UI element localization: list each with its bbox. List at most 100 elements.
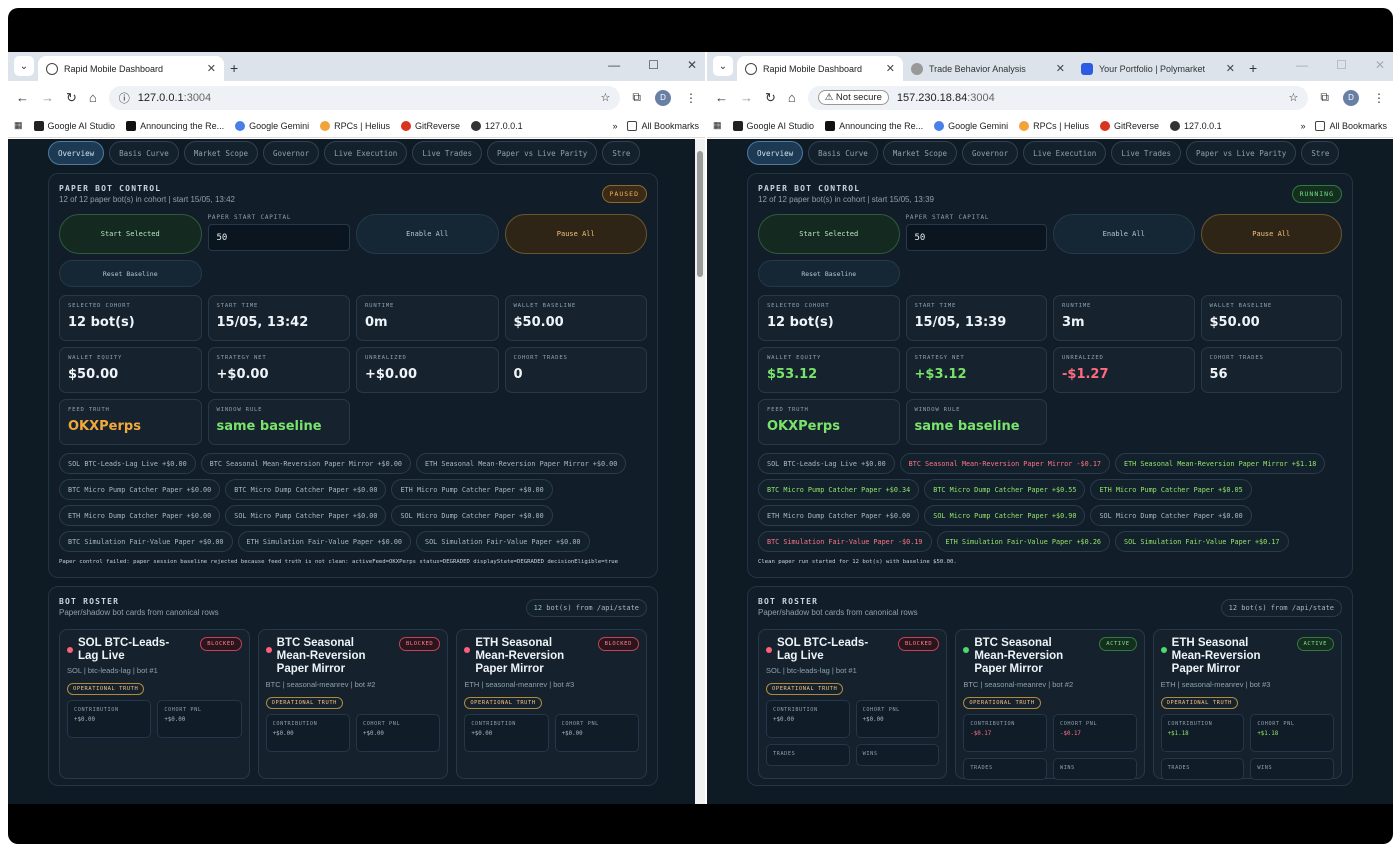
home-icon[interactable]: ⌂: [788, 90, 796, 105]
apps-grid-icon[interactable]: ▦: [14, 120, 23, 131]
menu-icon[interactable]: ⋮: [1373, 91, 1385, 105]
nav-tab-overview[interactable]: Overview: [747, 141, 804, 165]
bot-chip[interactable]: BTC Micro Dump Catcher Paper +$0.55: [924, 479, 1086, 500]
address-bar[interactable]: ⚠ Not secure 157.230.18.84:3004 ☆: [807, 85, 1309, 110]
bot-chip[interactable]: BTC Seasonal Mean-Reversion Paper Mirror…: [899, 453, 1110, 474]
close-tab-icon[interactable]: ✕: [1048, 62, 1065, 75]
bot-chip[interactable]: SOL BTC-Leads-Lag Live +$0.00: [59, 453, 196, 474]
bot-chip[interactable]: ETH Simulation Fair-Value Paper +$0.00: [237, 531, 411, 552]
new-tab-icon[interactable]: +: [1249, 60, 1257, 76]
bookmark-item[interactable]: GitReverse: [401, 120, 460, 131]
bot-chip[interactable]: ETH Simulation Fair-Value Paper +$0.26: [936, 531, 1110, 552]
bookmark-item[interactable]: Google AI Studio: [33, 120, 115, 131]
nav-tab-market-scope[interactable]: Market Scope: [882, 141, 957, 165]
bot-chip[interactable]: ETH Micro Pump Catcher Paper +$0.00: [391, 479, 553, 500]
bookmark-item[interactable]: 127.0.0.1: [471, 120, 523, 131]
bot-chip[interactable]: BTC Micro Pump Catcher Paper +$0.00: [59, 479, 221, 500]
bookmark-star-icon[interactable]: ☆: [1289, 91, 1299, 104]
nav-tab-live-execution[interactable]: Live Execution: [324, 141, 408, 165]
scroll-thumb[interactable]: [697, 151, 703, 277]
nav-tab-governor[interactable]: Governor: [262, 141, 320, 165]
site-info-icon[interactable]: ⓘ: [119, 90, 130, 106]
bot-card[interactable]: SOL BTC-Leads-Lag Live BLOCKED SOL | btc-…: [758, 628, 948, 779]
bot-chip[interactable]: SOL Micro Dump Catcher Paper +$0.00: [1090, 505, 1252, 526]
close-window-icon[interactable]: ✕: [687, 58, 697, 72]
nav-tab-live-execution[interactable]: Live Execution: [1023, 141, 1107, 165]
bot-card[interactable]: BTC Seasonal Mean-Reversion Paper Mirror…: [955, 628, 1145, 780]
back-icon[interactable]: ←: [16, 90, 29, 105]
bot-chip[interactable]: SOL Micro Pump Catcher Paper +$0.90: [924, 505, 1086, 526]
pause-all-button[interactable]: Pause All: [1200, 214, 1342, 254]
bot-card[interactable]: ETH Seasonal Mean-Reversion Paper Mirror…: [1152, 628, 1342, 780]
bot-chip[interactable]: BTC Simulation Fair-Value Paper -$0.19: [758, 531, 932, 552]
apps-grid-icon[interactable]: ▦: [713, 120, 722, 131]
reset-baseline-button[interactable]: Reset Baseline: [59, 260, 202, 287]
reload-icon[interactable]: ↻: [66, 90, 77, 106]
new-tab-icon[interactable]: +: [230, 60, 238, 76]
tab-trade-behavior[interactable]: Trade Behavior Analysis ✕: [903, 56, 1073, 81]
minimize-icon[interactable]: —: [1296, 58, 1308, 72]
forward-icon[interactable]: →: [740, 90, 753, 105]
home-icon[interactable]: ⌂: [89, 90, 97, 105]
forward-icon[interactable]: →: [41, 90, 54, 105]
enable-all-button[interactable]: Enable All: [356, 214, 499, 254]
bot-chip[interactable]: SOL Simulation Fair-Value Paper +$0.17: [1115, 531, 1289, 552]
bookmark-item[interactable]: Google AI Studio: [732, 120, 814, 131]
nav-tab-paper-vs-live[interactable]: Paper vs Live Parity: [487, 141, 598, 165]
start-selected-button[interactable]: Start Selected: [59, 214, 202, 254]
bookmark-item[interactable]: Google Gemini: [235, 120, 309, 131]
all-bookmarks[interactable]: All Bookmarks: [627, 120, 699, 131]
tab-polymarket[interactable]: Your Portfolio | Polymarket ✕: [1073, 56, 1243, 81]
start-selected-button[interactable]: Start Selected: [758, 214, 900, 254]
nav-tab-paper-vs-live[interactable]: Paper vs Live Parity: [1186, 141, 1297, 165]
tab-search-icon[interactable]: ⌄: [14, 56, 34, 76]
bot-chip[interactable]: ETH Micro Pump Catcher Paper +$0.05: [1090, 479, 1252, 500]
profile-avatar[interactable]: D: [1343, 89, 1359, 106]
address-bar[interactable]: ⓘ 127.0.0.1:3004 ☆: [108, 85, 621, 110]
menu-icon[interactable]: ⋮: [685, 91, 697, 105]
nav-tab-governor[interactable]: Governor: [961, 141, 1019, 165]
bot-chip[interactable]: SOL Micro Dump Catcher Paper +$0.00: [391, 505, 553, 526]
tab-search-icon[interactable]: ⌄: [713, 56, 733, 76]
all-bookmarks[interactable]: All Bookmarks: [1315, 120, 1387, 131]
bot-chip[interactable]: SOL Micro Pump Catcher Paper +$0.00: [225, 505, 387, 526]
bot-chip[interactable]: SOL Simulation Fair-Value Paper +$0.00: [416, 531, 590, 552]
extensions-icon[interactable]: ⧉: [1320, 90, 1329, 105]
nav-tab-stre[interactable]: Stre: [602, 141, 641, 165]
bot-chip[interactable]: BTC Seasonal Mean-Reversion Paper Mirror…: [200, 453, 411, 474]
bookmark-item[interactable]: Announcing the Re...: [126, 120, 224, 131]
bot-chip[interactable]: ETH Seasonal Mean-Reversion Paper Mirror…: [1115, 453, 1326, 474]
nav-tab-basis-curve[interactable]: Basis Curve: [808, 141, 878, 165]
more-bookmarks-icon[interactable]: »: [612, 121, 617, 131]
page-scrollbar[interactable]: [695, 139, 705, 804]
enable-all-button[interactable]: Enable All: [1053, 214, 1195, 254]
bot-chip[interactable]: BTC Simulation Fair-Value Paper +$0.00: [59, 531, 233, 552]
pause-all-button[interactable]: Pause All: [504, 214, 647, 254]
bookmark-item[interactable]: RPCs | Helius: [1019, 120, 1089, 131]
bot-card[interactable]: SOL BTC-Leads-Lag Live BLOCKED SOL | btc-…: [59, 628, 250, 779]
capital-input[interactable]: 50: [207, 224, 350, 251]
back-icon[interactable]: ←: [715, 90, 728, 105]
extensions-icon[interactable]: ⧉: [632, 90, 641, 105]
bookmark-star-icon[interactable]: ☆: [601, 91, 611, 104]
maximize-icon[interactable]: ☐: [648, 58, 659, 72]
close-window-icon[interactable]: ✕: [1375, 58, 1385, 72]
bot-chip[interactable]: BTC Micro Pump Catcher Paper +$0.34: [758, 479, 920, 500]
maximize-icon[interactable]: ☐: [1336, 58, 1347, 72]
bookmark-item[interactable]: RPCs | Helius: [320, 120, 390, 131]
bot-card[interactable]: BTC Seasonal Mean-Reversion Paper Mirror…: [257, 628, 449, 779]
bookmark-item[interactable]: GitReverse: [1100, 120, 1159, 131]
nav-tab-live-trades[interactable]: Live Trades: [412, 141, 482, 165]
capital-input[interactable]: 50: [905, 224, 1047, 251]
profile-avatar[interactable]: D: [655, 89, 671, 106]
bot-chip[interactable]: ETH Seasonal Mean-Reversion Paper Mirror…: [416, 453, 627, 474]
bot-chip[interactable]: ETH Micro Dump Catcher Paper +$0.00: [59, 505, 221, 526]
bookmark-item[interactable]: Announcing the Re...: [825, 120, 923, 131]
bookmark-item[interactable]: Google Gemini: [934, 120, 1008, 131]
nav-tab-stre[interactable]: Stre: [1301, 141, 1340, 165]
nav-tab-basis-curve[interactable]: Basis Curve: [109, 141, 179, 165]
bookmark-item[interactable]: 127.0.0.1: [1170, 120, 1222, 131]
reload-icon[interactable]: ↻: [765, 90, 776, 106]
nav-tab-overview[interactable]: Overview: [48, 141, 105, 165]
bot-chip[interactable]: ETH Micro Dump Catcher Paper +$0.00: [758, 505, 920, 526]
